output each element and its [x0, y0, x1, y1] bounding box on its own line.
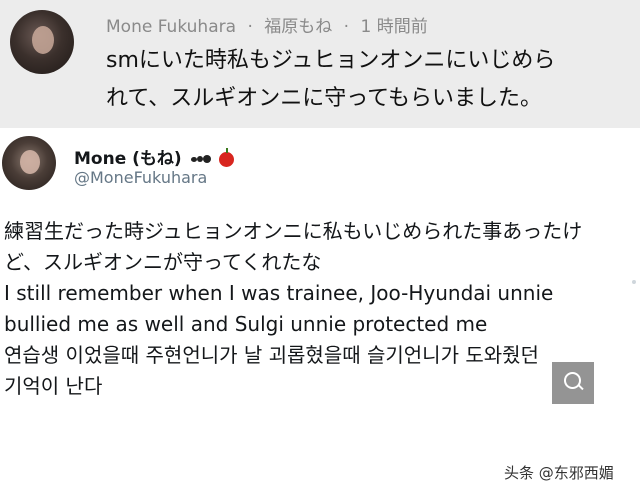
avatar-face: [20, 150, 40, 174]
avatar-face: [32, 26, 54, 54]
tweet-line: 연습생 이었을때 주현언니가 날 괴롭혔을때 슬기언니가 도와줬던: [4, 343, 539, 367]
tweet-card: Mone (もね) @MoneFukuhara 練習生だった時ジュヒョンオンニに…: [0, 128, 640, 496]
reply-text-line: smにいた時私もジュヒョンオンニにいじめら: [106, 48, 556, 73]
reply-text: smにいた時私もジュヒョンオンニにいじめら れて、スルギオンニに守ってもらいまし…: [106, 42, 626, 118]
reply-time: 1 時間前: [360, 17, 428, 37]
tweet-line: 기억이 난다: [4, 374, 103, 398]
tweet-avatar[interactable]: [2, 136, 56, 190]
zoom-button[interactable]: [552, 362, 594, 404]
tweet-display-name[interactable]: Mone (もね): [74, 149, 182, 169]
apple-icon: [218, 147, 234, 167]
magnifier-handle: [577, 383, 584, 391]
reply-meta: Mone Fukuhara · 福原もね · 1 時間前: [106, 12, 428, 37]
reply-author[interactable]: Mone Fukuhara: [106, 17, 236, 37]
reply-text-line: れて、スルギオンニに守ってもらいました。: [106, 86, 543, 111]
tweet-body: 練習生だった時ジュヒョンオンニに私もいじめられた事あったけ ど、スルギオンニが守…: [4, 216, 634, 402]
watermark: 头条 @东邪西媚: [504, 464, 614, 482]
tweet-handle[interactable]: @MoneFukuhara: [74, 168, 207, 187]
tweet-line: 練習生だった時ジュヒョンオンニに私もいじめられた事あったけ: [4, 219, 583, 243]
reply-jp-name: 福原もね: [264, 17, 333, 37]
tweet-line: ど、スルギオンニが守ってくれたな: [4, 250, 322, 274]
tweet-line: I still remember when I was trainee, Joo…: [4, 281, 554, 305]
meta-separator-2: ·: [343, 17, 350, 37]
tweet-display-name-row: Mone (もね): [74, 144, 234, 169]
tweet-line: bullied me as well and Sulgi unnie prote…: [4, 312, 488, 336]
ant-icon: [190, 149, 211, 169]
reply-avatar[interactable]: [10, 10, 74, 74]
reply-card: Mone Fukuhara · 福原もね · 1 時間前 smにいた時私もジュヒ…: [0, 0, 640, 128]
meta-separator: ·: [247, 17, 253, 37]
